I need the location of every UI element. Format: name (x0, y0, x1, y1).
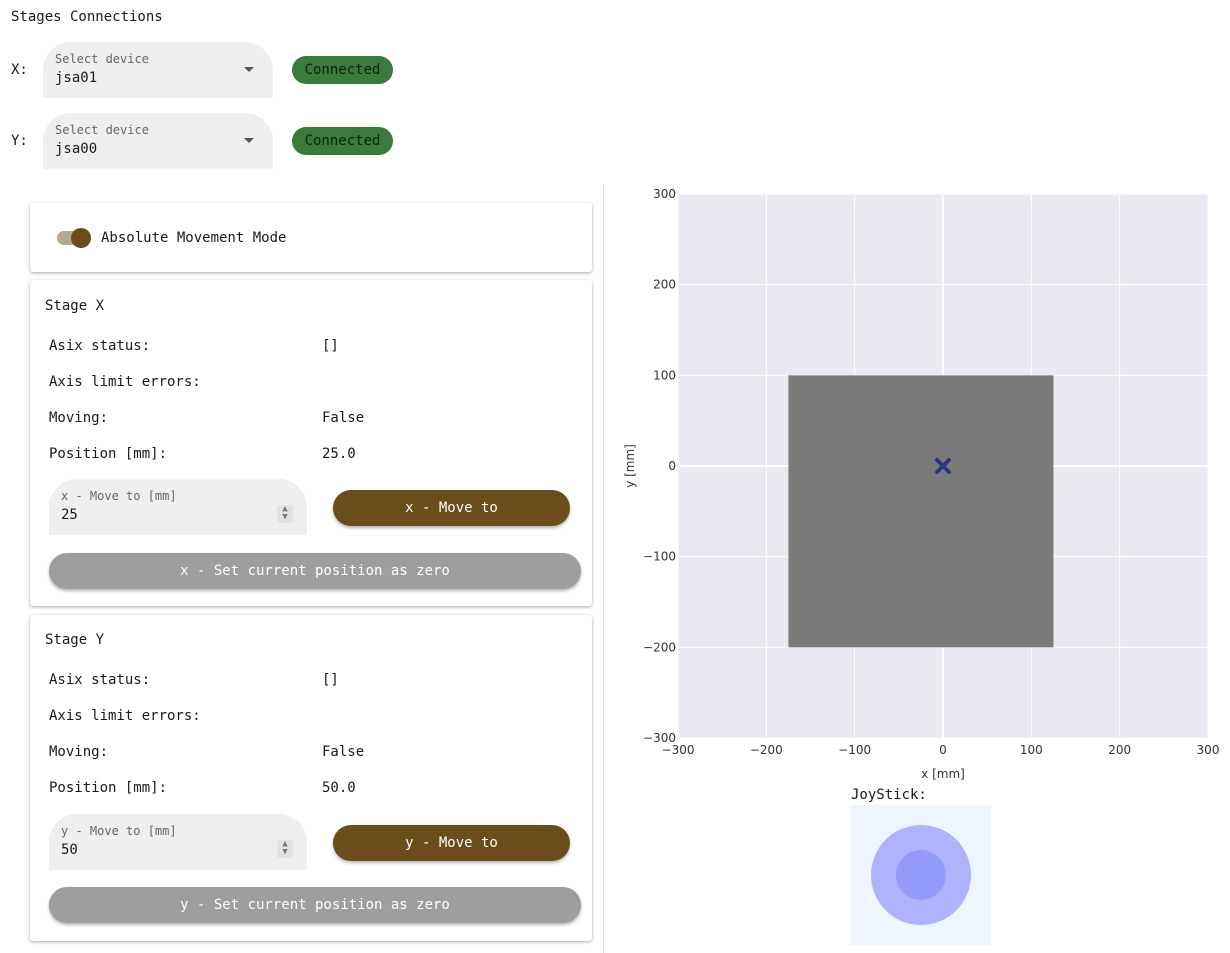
stage-x-title: Stage X (45, 298, 105, 314)
stage-y-status-value: [] (322, 672, 339, 688)
chevron-down-icon (244, 138, 254, 143)
y-tick-label: 100 (653, 368, 676, 382)
y-zero-button[interactable]: y - Set current position as zero (49, 887, 581, 923)
page-title: Stages Connections (11, 9, 163, 25)
x-axis-title: x [mm] (921, 767, 965, 781)
x-tick-label: 200 (1108, 743, 1131, 757)
y-tick-label: 200 (653, 278, 676, 292)
stage-x-limit-label: Axis limit errors: (49, 374, 201, 390)
select-value: jsa01 (55, 70, 98, 86)
joystick-label: JoyStick: (851, 787, 927, 803)
stage-y-status-label: Asix status: (49, 672, 151, 688)
input-label: x - Move to [mm] (61, 489, 177, 503)
stage-y-moving-label: Moving: (49, 744, 109, 760)
y-tick-label: −300 (643, 731, 676, 745)
y-move-button[interactable]: y - Move to (333, 825, 570, 861)
y-axis-title: y [mm] (623, 444, 637, 488)
stage-y-limit-label: Axis limit errors: (49, 708, 201, 724)
x-axis-label: X: (11, 62, 28, 78)
chevron-down-icon (244, 67, 254, 72)
y-device-select[interactable]: Select device jsa00 (43, 113, 273, 169)
y-move-input[interactable]: y - Move to [mm] 50 ▲ ▼ (49, 814, 307, 870)
x-tick-label: 0 (939, 743, 947, 757)
select-value: jsa00 (55, 141, 98, 157)
x-move-input[interactable]: x - Move to [mm] 25 ▲ ▼ (49, 479, 307, 535)
mode-toggle-knob[interactable] (71, 228, 91, 248)
x-status-badge: Connected (292, 56, 393, 84)
x-zero-button[interactable]: x - Set current position as zero (49, 553, 581, 589)
stage-y-position-value: 50.0 (322, 780, 356, 796)
x-tick-label: −200 (750, 743, 783, 757)
y-tick-label: 300 (653, 187, 676, 201)
joystick-knob[interactable] (896, 850, 946, 900)
select-label: Select device (55, 123, 149, 137)
y-tick-label: −100 (643, 550, 676, 564)
input-value: 25 (61, 507, 78, 523)
x-device-select[interactable]: Select device jsa01 (43, 42, 273, 98)
panel-divider (603, 184, 604, 953)
stage-y-title: Stage Y (45, 632, 105, 648)
input-value: 50 (61, 842, 78, 858)
stage-x-status-value: [] (322, 338, 339, 354)
stage-x-position-label: Position [mm]: (49, 446, 168, 462)
input-label: y - Move to [mm] (61, 824, 177, 838)
y-axis-label: Y: (11, 133, 28, 149)
stage-y-moving-value: False (322, 744, 365, 760)
x-tick-label: 300 (1197, 743, 1220, 757)
joystick-area[interactable] (851, 805, 991, 945)
stage-x-moving-label: Moving: (49, 410, 109, 426)
spinner-icon[interactable]: ▲ ▼ (277, 840, 293, 858)
stage-y-position-label: Position [mm]: (49, 780, 168, 796)
spinner-icon[interactable]: ▲ ▼ (277, 505, 293, 523)
x-tick-label: −100 (838, 743, 871, 757)
x-move-button[interactable]: x - Move to (333, 490, 570, 526)
position-plot[interactable]: −300 −200 −100 0 100 200 300 −300 −200 −100 0 100 20… (610, 180, 1230, 790)
stage-x-position-value: 25.0 (322, 446, 356, 462)
stage-x-moving-value: False (322, 410, 365, 426)
select-label: Select device (55, 52, 149, 66)
y-tick-label: −200 (643, 640, 676, 654)
y-status-badge: Connected (292, 127, 393, 155)
x-tick-label: −300 (662, 743, 695, 757)
y-tick-label: 0 (668, 459, 676, 473)
x-tick-label: 100 (1020, 743, 1043, 757)
stage-range-rect (788, 375, 1054, 648)
stage-x-status-label: Asix status: (49, 338, 151, 354)
mode-label: Absolute Movement Mode (101, 230, 287, 246)
